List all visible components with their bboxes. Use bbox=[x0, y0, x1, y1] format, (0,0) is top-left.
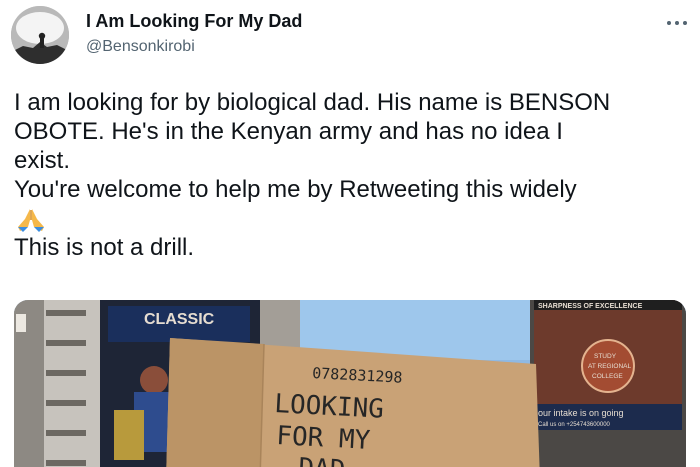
tweet-text-line: I am looking for by biological dad. His … bbox=[14, 89, 611, 116]
tweet-text-line: exist. bbox=[14, 147, 71, 174]
sign-line-1: LOOKING bbox=[274, 389, 385, 425]
more-horizontal-icon bbox=[667, 21, 687, 25]
tweet-media-photo[interactable]: CLASSIC SHARPNESS OF EXCELLENCE STUDY AT… bbox=[14, 300, 686, 467]
billboard-left-title: CLASSIC bbox=[144, 311, 215, 328]
photo-scene: CLASSIC SHARPNESS OF EXCELLENCE STUDY AT… bbox=[14, 300, 686, 467]
tweet-card: I Am Looking For My Dad @Bensonkirobi I … bbox=[0, 0, 700, 467]
tweet-emoji-line bbox=[14, 204, 694, 233]
billboard-right-call: Call us on +254743600000 bbox=[538, 422, 611, 428]
tweet-text-line: You're welcome to help me by Retweeting … bbox=[14, 176, 577, 203]
author-handle[interactable]: @Bensonkirobi bbox=[86, 38, 195, 56]
folded-hands-icon bbox=[18, 208, 44, 232]
billboard-right-badge-3: COLLEGE bbox=[592, 373, 623, 380]
billboard-right-banner: SHARPNESS OF EXCELLENCE bbox=[538, 303, 643, 310]
tweet-text: I am looking for by biological dad. His … bbox=[14, 88, 694, 262]
sign-line-2: FOR MY bbox=[276, 421, 372, 456]
billboard-right-intake: our intake is on going bbox=[538, 408, 624, 418]
more-options-button[interactable] bbox=[660, 14, 694, 32]
author-display-name[interactable]: I Am Looking For My Dad bbox=[86, 11, 302, 32]
tweet-text-line: This is not a drill. bbox=[14, 234, 195, 261]
billboard-right-badge-1: STUDY bbox=[594, 353, 617, 360]
avatar-silhouette-icon bbox=[11, 6, 69, 64]
sign-line-3: DAD bbox=[298, 453, 346, 467]
tweet-text-line: OBOTE. He's in the Kenyan army and has n… bbox=[14, 118, 563, 145]
avatar[interactable] bbox=[11, 6, 69, 64]
billboard-right-badge-2: AT REGIONAL bbox=[588, 363, 631, 370]
